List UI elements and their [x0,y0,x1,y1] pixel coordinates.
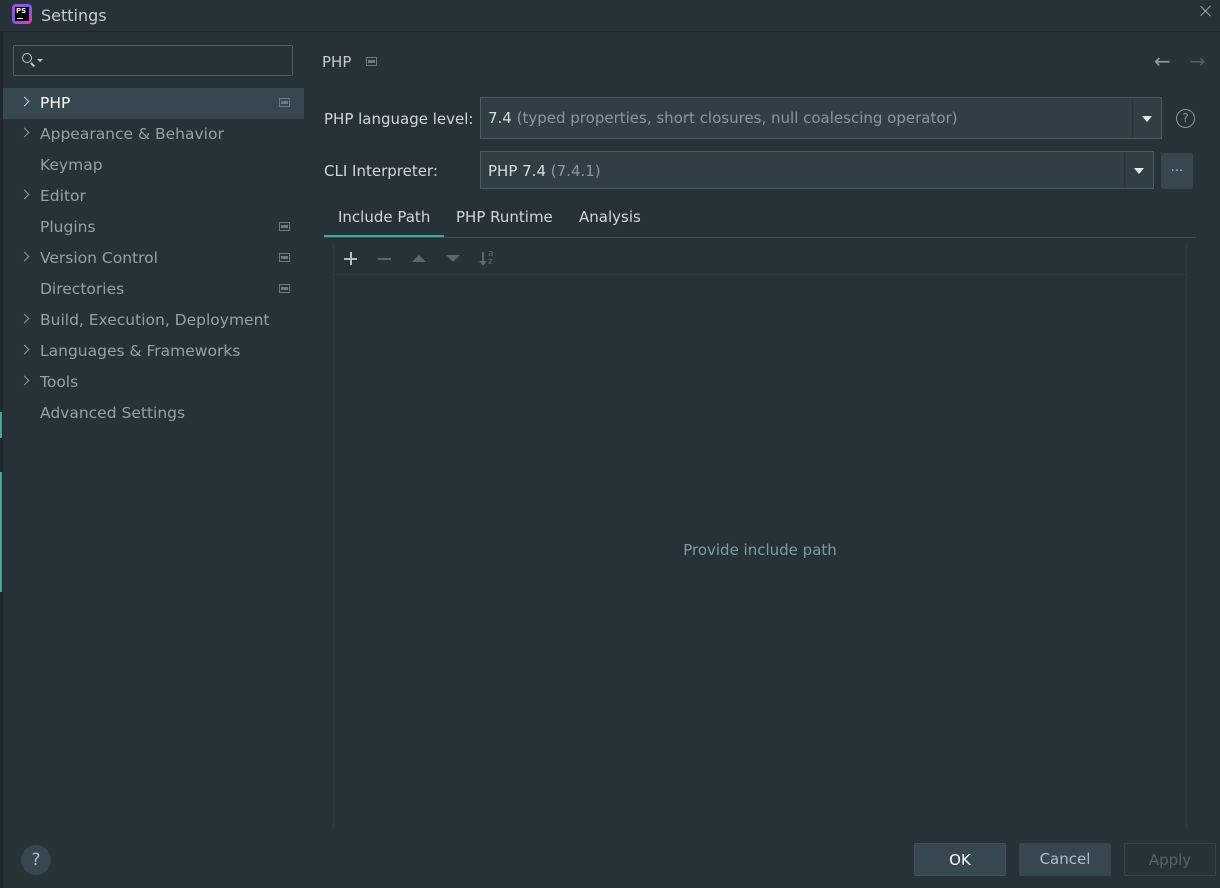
sidebar-item-label: Build, Execution, Deployment [40,311,270,329]
help-button[interactable]: ? [21,845,51,875]
window-title: Settings [41,6,107,25]
settings-tree: PHP Appearance & Behavior Keymap Editor … [3,88,304,429]
language-level-detail: (typed properties, short closures, null … [516,109,958,127]
ok-button[interactable]: OK [914,843,1006,876]
plus-icon[interactable] [343,251,359,267]
forward-arrow-icon[interactable]: → [1189,51,1209,71]
sidebar-item-editor[interactable]: Editor [3,181,304,212]
sidebar-item-label: Plugins [40,218,96,236]
tab-analysis[interactable]: Analysis [579,208,641,226]
minus-icon[interactable] [377,251,393,267]
project-level-icon [279,284,290,293]
include-path-toolbar: a z [334,243,1186,275]
sidebar-item-build-execution-deployment[interactable]: Build, Execution, Deployment [3,305,304,336]
sidebar-item-label: PHP [40,94,71,112]
tab-php-runtime[interactable]: PHP Runtime [456,208,553,226]
close-icon[interactable] [1198,3,1214,19]
sidebar-item-appearance-behavior[interactable]: Appearance & Behavior [3,119,304,150]
page-title: PHP [322,53,352,71]
search-input[interactable] [46,50,286,72]
chevron-right-icon[interactable] [19,127,30,138]
cancel-button[interactable]: Cancel [1019,843,1111,876]
chevron-right-icon[interactable] [19,313,30,324]
back-arrow-icon[interactable]: ← [1154,51,1174,71]
move-down-icon[interactable] [445,251,461,267]
cli-interpreter-label: CLI Interpreter: [324,162,438,180]
settings-sidebar: PHP Appearance & Behavior Keymap Editor … [3,33,304,843]
tab-include-path[interactable]: Include Path [323,208,445,237]
search-box[interactable] [13,45,293,76]
chevron-right-icon[interactable] [19,189,30,200]
chevron-right-icon[interactable] [19,375,30,386]
language-level-label: PHP language level: [324,110,474,128]
sidebar-item-plugins[interactable]: Plugins [3,212,304,243]
sidebar-item-directories[interactable]: Directories [3,274,304,305]
dropdown-arrow-icon[interactable] [1142,116,1152,122]
empty-state-text: Provide include path [683,541,837,559]
sidebar-item-label: Tools [40,373,79,391]
include-path-panel: a z Provide include path [333,243,1187,828]
sidebar-item-version-control[interactable]: Version Control [3,243,304,274]
chevron-right-icon[interactable] [19,96,30,107]
sidebar-item-label: Languages & Frameworks [40,342,241,360]
project-level-icon [279,253,290,262]
edge-marker [0,472,2,592]
cli-interpreter-dropdown[interactable]: PHP 7.4 (7.4.1) [480,151,1154,189]
cli-interpreter-value: PHP 7.4 [488,162,546,180]
sidebar-item-label: Keymap [40,156,103,174]
project-level-icon [279,98,290,107]
sidebar-item-label: Version Control [40,249,158,267]
edge-marker [0,412,2,438]
sort-alpha-icon[interactable]: a z [479,250,495,267]
project-level-icon [279,222,290,231]
search-icon[interactable] [22,53,43,67]
browse-interpreters-button[interactable]: ... [1161,153,1193,189]
sidebar-item-label: Editor [40,187,86,205]
dropdown-arrow-icon[interactable] [1134,168,1144,174]
apply-button[interactable]: Apply [1124,843,1216,876]
phpstorm-logo-icon: PS [12,4,32,24]
language-level-value: 7.4 [488,109,512,127]
sidebar-item-tools[interactable]: Tools [3,367,304,398]
sidebar-item-label: Directories [40,280,125,298]
title-bar: PS Settings [0,0,1220,32]
help-icon[interactable]: ? [1176,109,1195,128]
language-level-dropdown[interactable]: 7.4 (typed properties, short closures, n… [480,97,1162,139]
sidebar-item-label: Appearance & Behavior [40,125,224,143]
sidebar-item-advanced-settings[interactable]: Advanced Settings [3,398,304,429]
sidebar-item-languages-frameworks[interactable]: Languages & Frameworks [3,336,304,367]
cli-interpreter-detail: (7.4.1) [550,162,601,180]
chevron-right-icon[interactable] [19,251,30,262]
project-level-icon [366,57,377,66]
chevron-right-icon[interactable] [19,344,30,355]
sidebar-item-label: Advanced Settings [40,404,186,422]
tab-bar: Include Path PHP Runtime Analysis [323,202,1196,238]
sidebar-item-keymap[interactable]: Keymap [3,150,304,181]
move-up-icon[interactable] [411,251,427,267]
sidebar-item-php[interactable]: PHP [3,88,304,119]
